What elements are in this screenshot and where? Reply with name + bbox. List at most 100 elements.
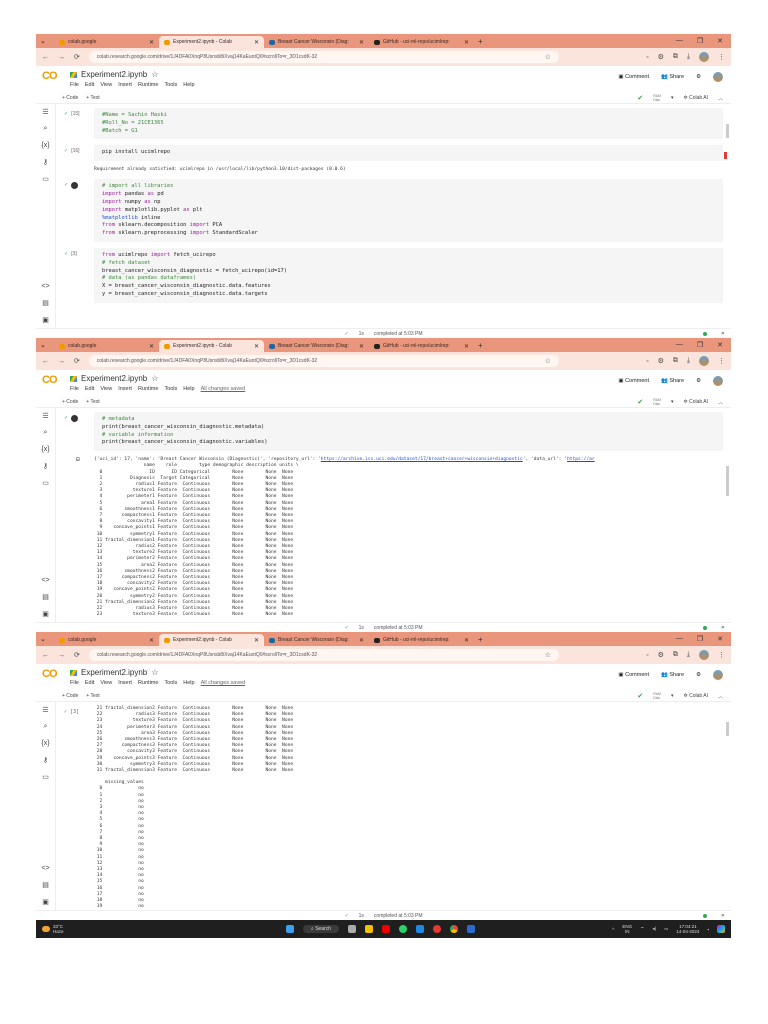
download-icon[interactable]: ⤓: [687, 53, 690, 61]
copilot-icon[interactable]: [717, 925, 725, 933]
close-tab-icon[interactable]: ✕: [254, 343, 259, 350]
browser-tab[interactable]: GitHub - uci-ml-repo/ucimlrep: ✕: [369, 340, 474, 352]
account-avatar[interactable]: [713, 376, 723, 386]
menu-item-file[interactable]: File: [70, 386, 79, 392]
reload-icon[interactable]: ⟳: [74, 53, 80, 61]
colab-ai-button[interactable]: ✲ Colab AI: [683, 95, 708, 101]
menu-item-edit[interactable]: Edit: [85, 386, 94, 392]
menu-item-view[interactable]: View: [100, 680, 112, 686]
command-palette-icon[interactable]: ▤: [42, 593, 49, 601]
colab-logo[interactable]: CO: [42, 374, 70, 386]
browser-tab[interactable]: GitHub - uci-ml-repo/ucimlrep: ✕: [369, 36, 474, 48]
secrets-key-icon[interactable]: ⚷: [43, 756, 48, 764]
colab-logo[interactable]: CO: [42, 70, 70, 82]
menu-item-help[interactable]: Help: [183, 386, 194, 392]
browser-menu-icon[interactable]: ⋮: [718, 651, 725, 659]
menu-item-help[interactable]: Help: [183, 680, 194, 686]
files-folder-icon[interactable]: ▭: [42, 175, 49, 183]
menu-item-file[interactable]: File: [70, 82, 79, 88]
ram-disk-indicator[interactable]: RAM Disk: [653, 94, 661, 102]
add-text-button[interactable]: + Text: [86, 399, 99, 405]
menu-item-insert[interactable]: Insert: [118, 82, 132, 88]
share-button[interactable]: 👥 Share: [661, 672, 684, 678]
start-button[interactable]: [286, 925, 294, 933]
new-tab-button[interactable]: +: [478, 37, 483, 46]
runtime-dropdown-icon[interactable]: ▾: [671, 399, 674, 405]
close-tab-icon[interactable]: ✕: [149, 637, 154, 644]
battery-icon[interactable]: ▭: [664, 926, 668, 932]
clock[interactable]: 17:04:21 14-04-2024: [676, 924, 699, 934]
menu-item-tools[interactable]: Tools: [164, 82, 177, 88]
browser-tab[interactable]: Breast Cancer Wisconsin (Diag: ✕: [264, 36, 369, 48]
notebook-title[interactable]: Experiment2.ipynb: [81, 668, 147, 677]
extension-icon[interactable]: ⚙: [658, 53, 664, 61]
colab-logo[interactable]: CO: [42, 668, 70, 680]
secrets-key-icon[interactable]: ⚷: [43, 158, 48, 166]
browser-tab[interactable]: Experiment2.ipynb - Colab ✕: [159, 340, 264, 352]
share-button[interactable]: 👥 Share: [661, 74, 684, 80]
tray-chevron-icon[interactable]: ^: [612, 927, 614, 932]
ram-disk-indicator[interactable]: RAM Disk: [653, 692, 661, 700]
menu-item-runtime[interactable]: Runtime: [138, 680, 158, 686]
vertical-scrollbar[interactable]: [726, 466, 729, 496]
command-palette-icon[interactable]: ▤: [42, 881, 49, 889]
output-actions-icon[interactable]: ⊟: [76, 456, 80, 463]
search-icon[interactable]: ⌕: [44, 125, 48, 133]
browser-menu-icon[interactable]: ⋮: [718, 357, 725, 365]
reload-icon[interactable]: ⟳: [74, 357, 80, 365]
volume-icon[interactable]: ◂): [652, 926, 656, 932]
table-of-contents-icon[interactable]: ☰: [42, 706, 48, 714]
star-icon[interactable]: ☆: [151, 374, 158, 383]
vertical-scrollbar[interactable]: [726, 722, 729, 736]
star-icon[interactable]: ☆: [151, 668, 158, 677]
tab-search-icon[interactable]: ⌄: [40, 341, 54, 349]
add-text-button[interactable]: + Text: [86, 95, 99, 101]
add-code-button[interactable]: + Code: [62, 95, 78, 101]
close-tab-icon[interactable]: ✕: [359, 343, 364, 350]
close-status-icon[interactable]: ✕: [721, 331, 725, 337]
maximize-button[interactable]: ❐: [697, 635, 703, 643]
tab-search-icon[interactable]: ⌄: [40, 37, 54, 45]
vertical-scrollbar[interactable]: [726, 124, 729, 138]
code-editor[interactable]: # import all libraries import pandas as p…: [94, 179, 723, 242]
files-folder-icon[interactable]: ▭: [42, 479, 49, 487]
notebook-title[interactable]: Experiment2.ipynb: [81, 374, 147, 383]
minimize-button[interactable]: —: [676, 635, 683, 643]
code-snippets-icon[interactable]: <>: [41, 865, 49, 872]
maximize-button[interactable]: ❐: [697, 37, 703, 45]
browser-tab[interactable]: colab.google ✕: [54, 36, 159, 48]
vscode-icon[interactable]: [416, 925, 425, 933]
code-editor[interactable]: #Name = Sachin Haski #Roll_No = 21CE1365 #…: [94, 108, 723, 140]
browser-tab[interactable]: Experiment2.ipynb - Colab ✕: [159, 36, 264, 48]
bookmark-star-icon[interactable]: ☆: [545, 53, 551, 61]
youtube-icon[interactable]: [382, 925, 391, 933]
collapse-header-icon[interactable]: ︿: [718, 95, 723, 102]
close-tab-icon[interactable]: ✕: [254, 637, 259, 644]
file-explorer-icon[interactable]: [365, 925, 374, 933]
settings-gear-icon[interactable]: ⚙: [696, 672, 701, 678]
settings-gear-icon[interactable]: ⚙: [696, 378, 701, 384]
extension-icon[interactable]: ⚙: [658, 651, 664, 659]
variables-icon[interactable]: {x}: [41, 446, 49, 453]
terminal-icon[interactable]: ▣: [42, 316, 49, 324]
save-status-link[interactable]: All changes saved: [201, 386, 246, 392]
new-tab-button[interactable]: +: [478, 635, 483, 644]
close-button[interactable]: ✕: [717, 635, 723, 643]
search-icon[interactable]: ⌕: [44, 723, 48, 731]
minimize-button[interactable]: —: [676, 37, 683, 45]
close-button[interactable]: ✕: [717, 37, 723, 45]
menu-item-view[interactable]: View: [100, 82, 112, 88]
weather-widget[interactable]: 33°C Haze: [36, 924, 286, 934]
terminal-icon[interactable]: ▣: [42, 610, 49, 618]
search-icon[interactable]: ⌕: [44, 429, 48, 437]
comment-button[interactable]: ▣ Comment: [618, 672, 649, 678]
close-status-icon[interactable]: ✕: [721, 913, 725, 919]
download-icon[interactable]: ⤓: [687, 357, 690, 365]
menu-item-insert[interactable]: Insert: [118, 680, 132, 686]
minimize-button[interactable]: —: [676, 341, 683, 349]
ram-disk-indicator[interactable]: RAM Disk: [653, 398, 661, 406]
browser-tab[interactable]: Experiment2.ipynb - Colab ✕: [159, 634, 264, 646]
code-snippets-icon[interactable]: <>: [41, 577, 49, 584]
back-icon[interactable]: ←: [42, 54, 49, 61]
close-tab-icon[interactable]: ✕: [464, 343, 469, 350]
